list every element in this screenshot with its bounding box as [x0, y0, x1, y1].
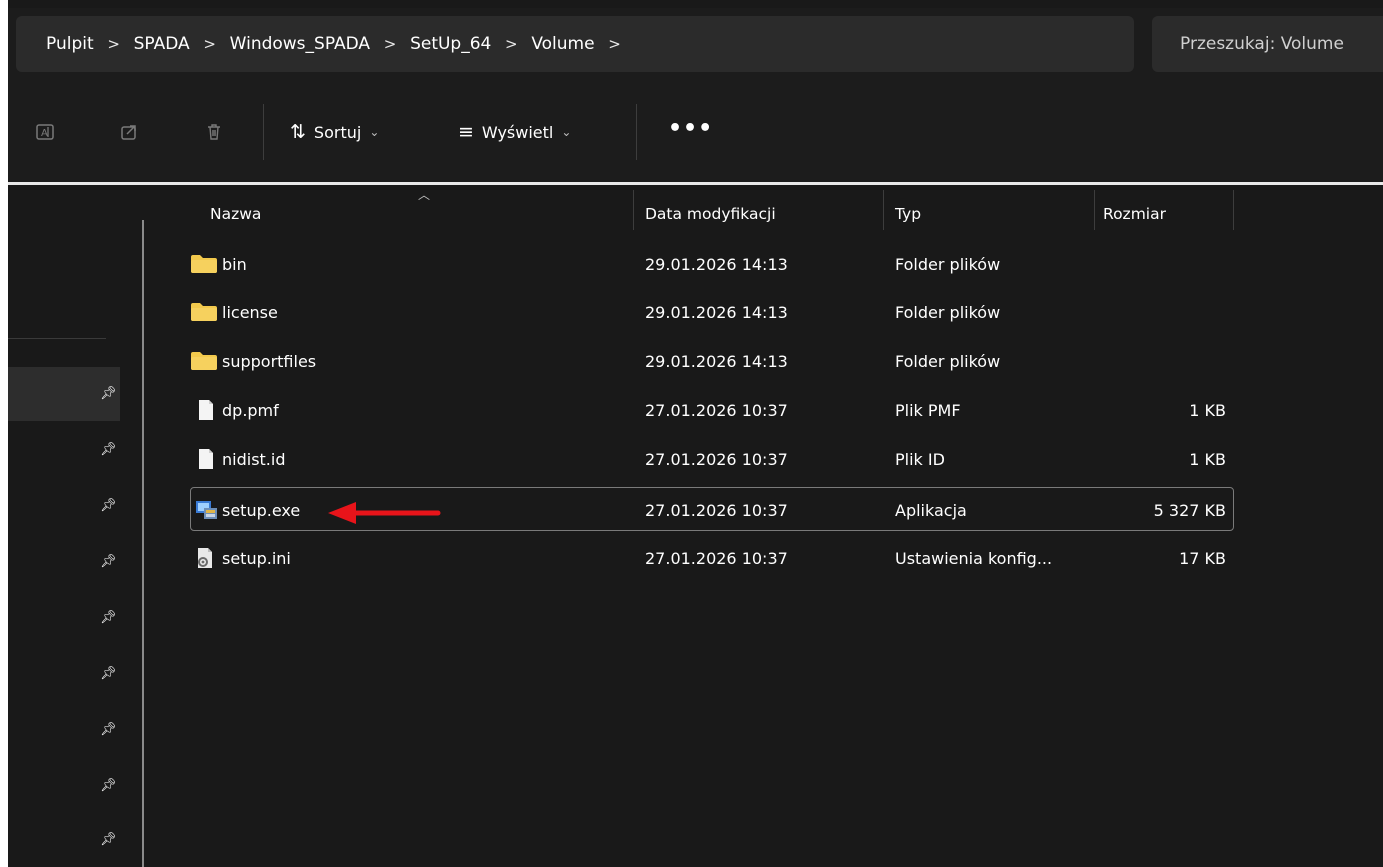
file-type: Plik ID: [895, 449, 945, 469]
pin-icon: 📌︎: [100, 722, 117, 737]
navigation-pane: [8, 185, 141, 867]
column-header-type[interactable]: Typ: [895, 196, 921, 232]
column-header-label: Rozmiar: [1103, 205, 1166, 223]
file-type: Plik PMF: [895, 400, 961, 420]
pin-icon: 📌︎: [100, 554, 117, 569]
file-name: dp.pmf: [222, 400, 279, 420]
file-name: bin: [222, 254, 247, 274]
sort-ascending-icon: ︿: [418, 188, 431, 202]
file-icon: [198, 437, 214, 481]
file-type: Folder plików: [895, 302, 1001, 322]
folder-icon: [190, 290, 218, 334]
installer-icon: [195, 488, 219, 532]
view-button[interactable]: ≡ Wyświetl ⌄: [458, 116, 571, 148]
file-size: [1095, 339, 1226, 383]
file-size: 1 KB: [1189, 449, 1226, 469]
share-icon[interactable]: [118, 121, 140, 143]
file-size: [1095, 290, 1226, 334]
file-date: 27.01.2026 10:37: [645, 449, 788, 469]
chevron-right-icon[interactable]: >: [595, 35, 635, 53]
toolbar-bottom-border: [8, 182, 1383, 185]
file-date: 27.01.2026 10:37: [645, 400, 788, 420]
pin-icon: 📌︎: [100, 386, 117, 401]
chevron-down-icon: ⌄: [561, 125, 572, 139]
file-explorer-window: Pulpit > SPADA > Windows_SPADA > SetUp_6…: [8, 0, 1383, 867]
toolbar-divider: [263, 104, 264, 160]
file-type: Folder plików: [895, 351, 1001, 371]
column-header-size[interactable]: Rozmiar: [1103, 196, 1166, 232]
breadcrumb-item-volume[interactable]: Volume: [531, 34, 594, 54]
file-size: 17 KB: [1179, 548, 1226, 568]
folder-icon: [190, 242, 218, 286]
search-input[interactable]: Przeszukaj: Volume: [1152, 16, 1383, 72]
column-header-label: Nazwa: [210, 205, 262, 223]
chevron-right-icon[interactable]: >: [370, 35, 410, 53]
sort-label: Sortuj: [313, 122, 362, 142]
nav-divider: [8, 338, 106, 339]
breadcrumb-item-windows-spada[interactable]: Windows_SPADA: [230, 34, 370, 54]
file-name: setup.ini: [222, 548, 291, 568]
settings-file-icon: [196, 536, 214, 580]
file-row[interactable]: nidist.id 27.01.2026 10:37 Plik ID 1 KB: [190, 437, 1234, 481]
breadcrumb[interactable]: Pulpit > SPADA > Windows_SPADA > SetUp_6…: [16, 16, 1134, 72]
column-separator[interactable]: [883, 190, 884, 230]
column-header-label: Data modyfikacji: [645, 205, 776, 223]
pin-icon: 📌︎: [100, 498, 117, 513]
pin-icon: 📌︎: [100, 610, 117, 625]
file-row[interactable]: license 29.01.2026 14:13 Folder plików: [190, 290, 1234, 334]
address-bar-area: Pulpit > SPADA > Windows_SPADA > SetUp_6…: [8, 8, 1383, 84]
search-placeholder: Przeszukaj: Volume: [1180, 34, 1344, 54]
chevron-down-icon: ⌄: [369, 125, 380, 139]
file-size: 5 327 KB: [1153, 500, 1226, 520]
breadcrumb-item-setup-64[interactable]: SetUp_64: [410, 34, 491, 54]
file-size: 1 KB: [1189, 400, 1226, 420]
file-date: 29.01.2026 14:13: [645, 302, 788, 322]
more-icon[interactable]: •••: [668, 116, 713, 141]
file-type: Ustawienia konfig...: [895, 548, 1053, 568]
toolbar-divider: [636, 104, 637, 160]
file-date: 29.01.2026 14:13: [645, 254, 788, 274]
pin-icon: 📌︎: [100, 442, 117, 457]
column-separator[interactable]: [633, 190, 634, 230]
pin-icon: 📌︎: [100, 666, 117, 681]
column-separator[interactable]: [1233, 190, 1234, 230]
file-name: nidist.id: [222, 449, 286, 469]
column-header-date[interactable]: Data modyfikacji: [645, 196, 776, 232]
breadcrumb-item-pulpit[interactable]: Pulpit: [46, 34, 94, 54]
file-date: 27.01.2026 10:37: [645, 500, 788, 520]
file-date: 29.01.2026 14:13: [645, 351, 788, 371]
sort-icon: ⇅: [290, 121, 306, 143]
nav-pane-splitter[interactable]: [142, 220, 144, 867]
column-separator[interactable]: [1094, 190, 1095, 230]
column-header-label: Typ: [895, 205, 922, 223]
chevron-right-icon[interactable]: >: [190, 35, 230, 53]
chevron-right-icon[interactable]: >: [94, 35, 134, 53]
column-header-name[interactable]: Nazwa: [210, 196, 261, 232]
chevron-right-icon[interactable]: >: [491, 35, 531, 53]
sort-button[interactable]: ⇅ Sortuj ⌄: [290, 116, 379, 148]
breadcrumb-item-spada[interactable]: SPADA: [134, 34, 190, 54]
file-icon: [198, 388, 214, 432]
file-row[interactable]: supportfiles 29.01.2026 14:13 Folder pli…: [190, 339, 1234, 383]
folder-icon: [190, 339, 218, 383]
delete-icon[interactable]: [203, 121, 225, 143]
annotation-arrow-icon: [328, 502, 441, 524]
file-name: supportfiles: [222, 351, 317, 371]
file-row[interactable]: dp.pmf 27.01.2026 10:37 Plik PMF 1 KB: [190, 388, 1234, 432]
file-row[interactable]: setup.ini 27.01.2026 10:37 Ustawienia ko…: [190, 536, 1234, 580]
svg-text:A: A: [41, 128, 48, 139]
file-size: [1095, 242, 1226, 286]
file-date: 27.01.2026 10:37: [645, 548, 788, 568]
file-name: setup.exe: [222, 500, 301, 520]
file-name: license: [222, 302, 278, 322]
file-type: Folder plików: [895, 254, 1001, 274]
pin-icon: 📌︎: [100, 778, 117, 793]
view-label: Wyświetl: [481, 122, 554, 142]
view-icon: ≡: [458, 121, 474, 143]
pin-icon: 📌︎: [100, 832, 117, 847]
file-type: Aplikacja: [895, 500, 967, 520]
rename-icon[interactable]: A: [34, 121, 56, 143]
file-row[interactable]: bin 29.01.2026 14:13 Folder plików: [190, 242, 1234, 286]
